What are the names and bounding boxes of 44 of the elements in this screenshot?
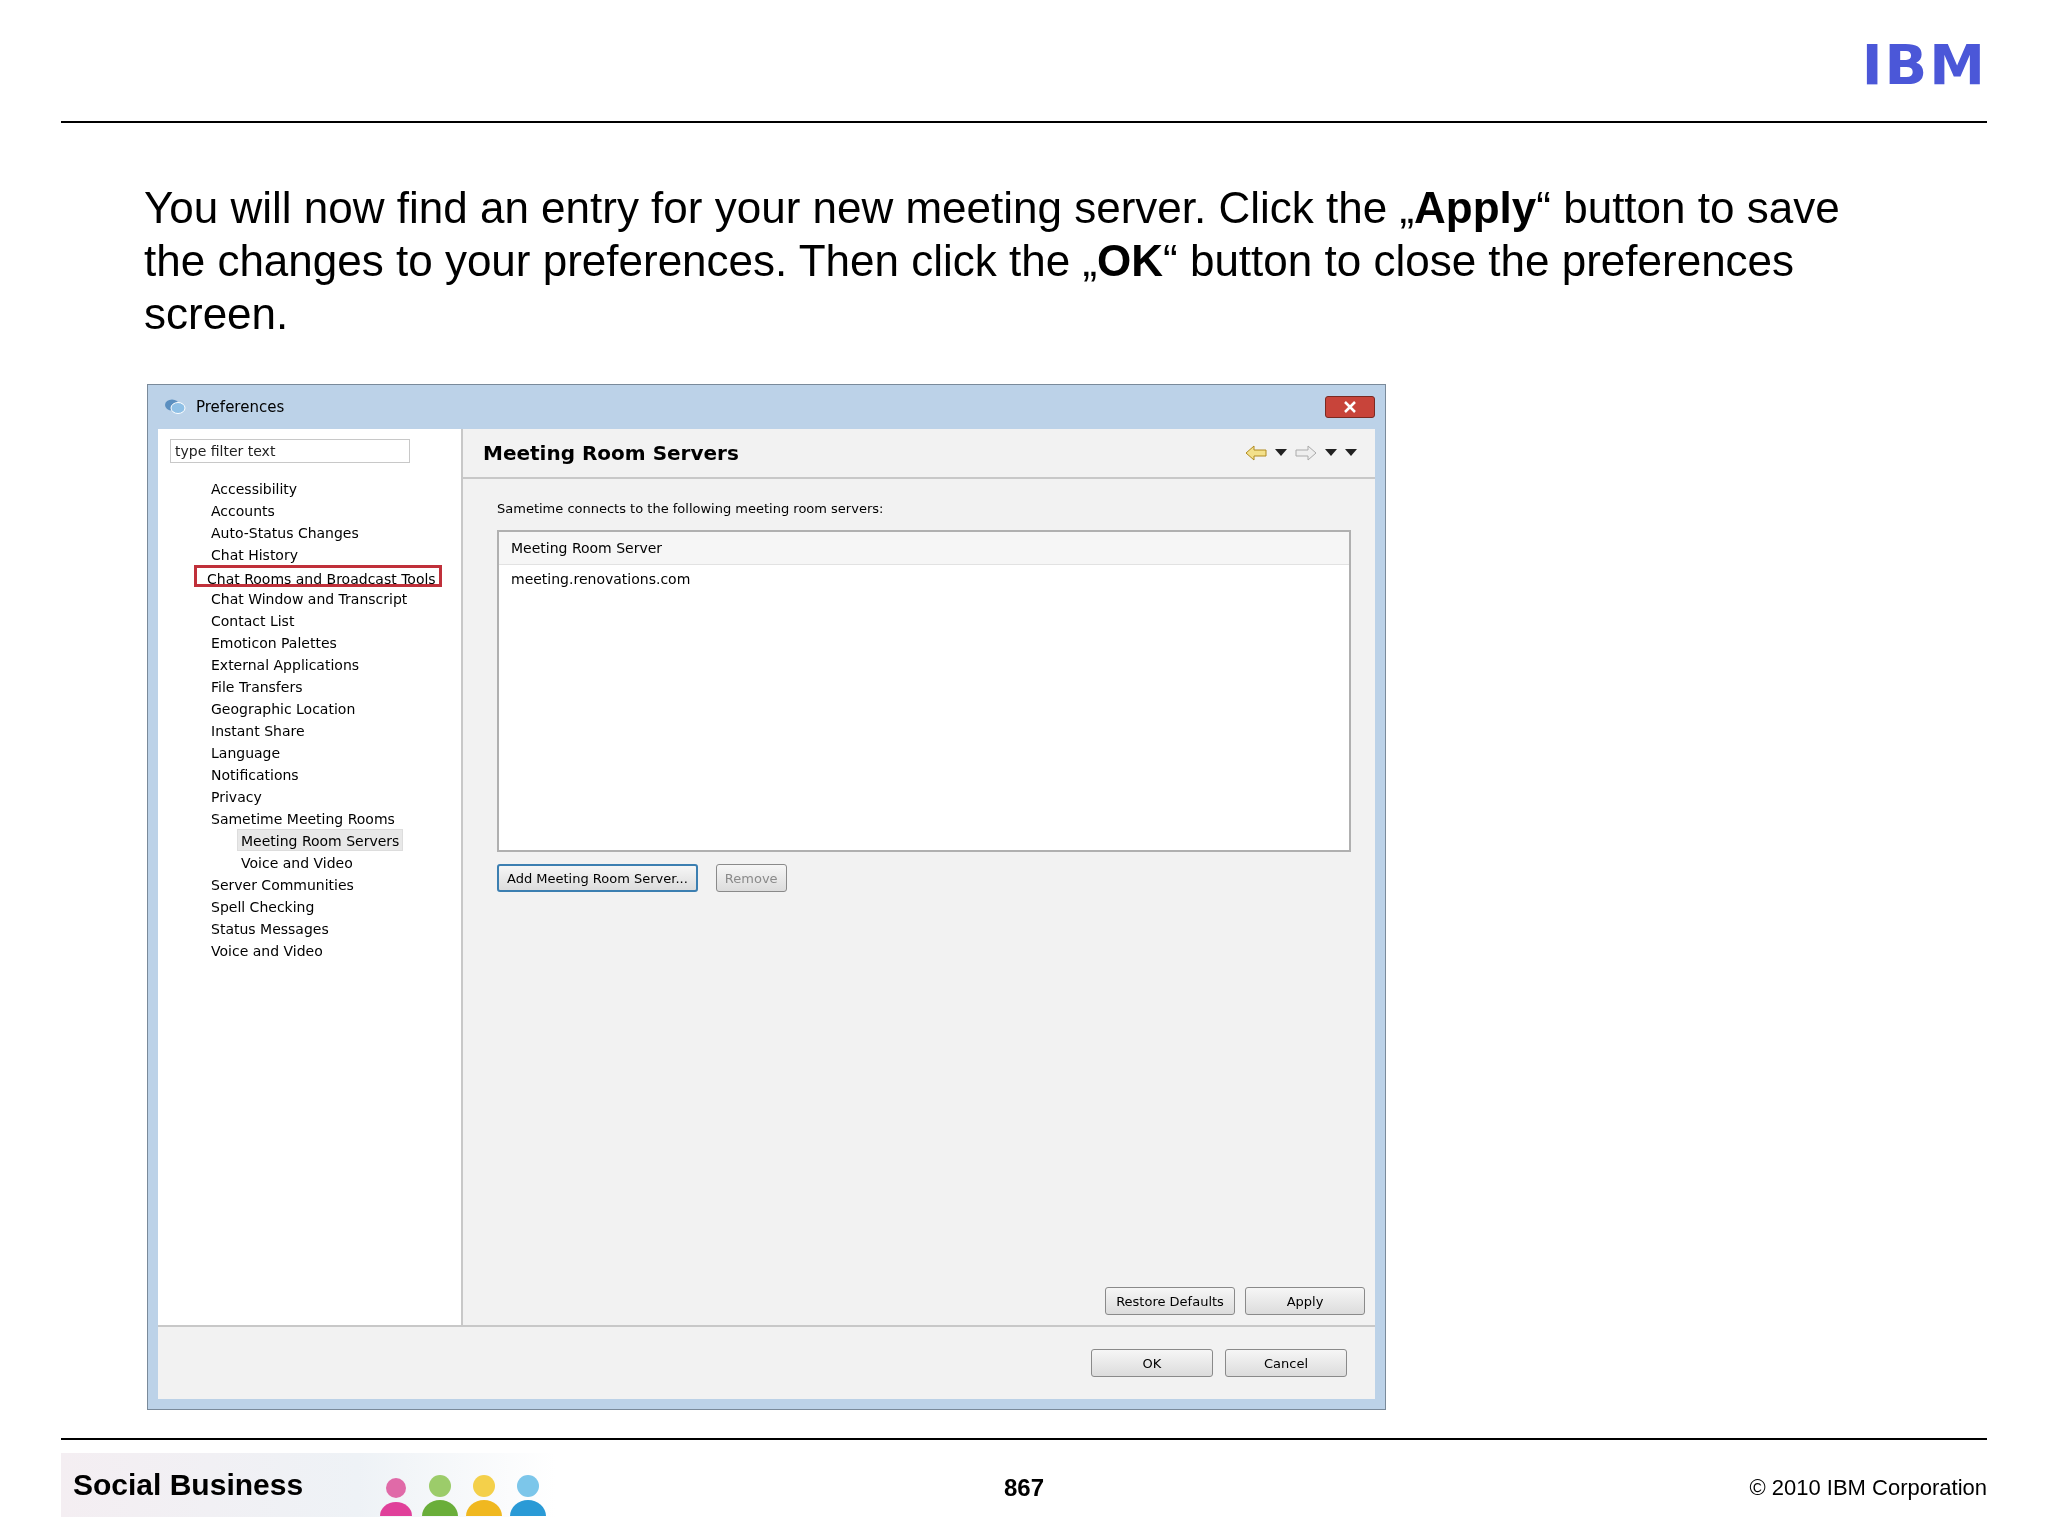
page-number: 867 [1003,1474,1044,1502]
tree-item[interactable]: Server Communities [207,873,358,895]
tree-item[interactable]: External Applications [207,653,364,675]
column-header[interactable]: Meeting Room Server [499,532,1349,565]
tree-item[interactable]: Language [207,741,285,763]
tree-item[interactable]: Chat Rooms and Broadcast Tools [194,565,442,587]
page-button[interactable]: Apply [1245,1287,1365,1315]
banner-title: Social Business [73,1468,304,1502]
close-button[interactable] [1325,396,1375,418]
tree-item[interactable]: Spell Checking [207,895,319,917]
dialog-button[interactable]: Cancel [1225,1349,1347,1377]
tree-item[interactable]: File Transfers [207,675,307,697]
tree-item[interactable]: Sametime Meeting Rooms [207,807,399,829]
tree-item[interactable]: Meeting Room Servers [237,829,404,851]
tree-item[interactable]: Emoticon Palettes [207,631,341,653]
chat-bubbles-icon [164,398,186,416]
company-logo: IBM [1861,36,1987,93]
page-button[interactable]: Restore Defaults [1105,1287,1235,1315]
tree-item[interactable]: Geographic Location [207,697,360,719]
description-text: Sametime connects to the following meeting room servers: [497,501,885,516]
filter-field[interactable]: type filter text [170,439,410,463]
dialog-button[interactable]: OK [1091,1349,1213,1377]
dropdown-caret-icon[interactable] [1325,449,1337,457]
table-cell[interactable]: meeting.renovations.com [499,565,1349,593]
action-button[interactable]: Add Meeting Room Server... [497,864,698,892]
copyright-text: © 2010 IBM Corporation [1749,1475,1987,1501]
tree-item[interactable]: Privacy [207,785,266,807]
tree-item[interactable]: Voice and Video [237,851,357,873]
tree-item[interactable]: Chat Window and Transcript [207,587,412,609]
tree-item[interactable]: Notifications [207,763,303,785]
tree-item[interactable]: Voice and Video [207,939,327,961]
tree-item[interactable]: Status Messages [207,917,333,939]
tree-item[interactable]: Instant Share [207,719,309,741]
tree-item[interactable]: Contact List [207,609,299,631]
dropdown-caret-icon[interactable] [1275,449,1287,457]
instruction-text: You will now find an entry for your new meeting server. Click the „Apply“ button to save the changes to your preferences. Then click the „OK“ button to close the preferences screen. [144,182,1841,340]
page-title: Meeting Room Servers [483,441,739,465]
tree-item[interactable]: Auto-Status Changes [207,521,363,543]
dropdown-caret-icon[interactable] [1345,449,1357,457]
tree-item[interactable]: Chat History [207,543,302,565]
tree-item[interactable]: Accounts [207,499,279,521]
close-icon [1343,401,1357,413]
tree-item[interactable]: Accessibility [207,477,302,499]
window-title: Preferences [196,398,285,416]
